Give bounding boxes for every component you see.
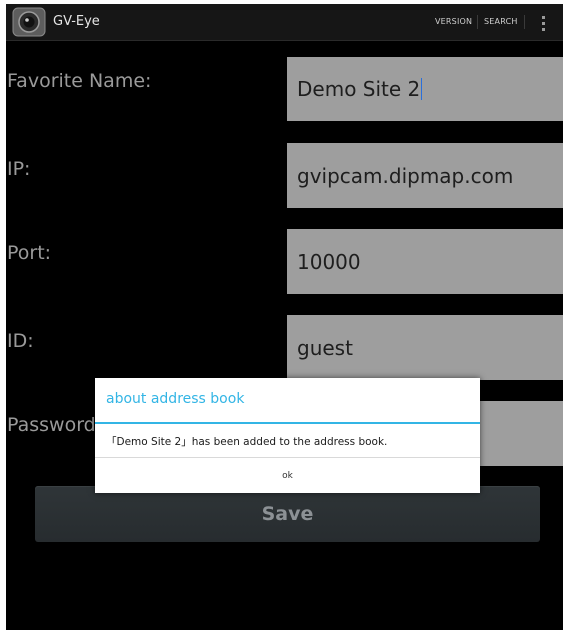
action-separator [524, 15, 525, 29]
favorite-name-field[interactable]: Demo Site 2 [287, 57, 563, 121]
text-cursor [421, 78, 423, 100]
app-screen: GV-Eye VERSION SEARCH Favorite Name: Dem… [6, 4, 563, 630]
id-value: guest [297, 335, 353, 360]
overflow-menu-icon[interactable] [542, 16, 546, 32]
dialog-message: 「Demo Site 2」has been added to the addre… [106, 436, 388, 448]
gv-eye-camera-icon[interactable] [12, 7, 46, 37]
dialog-title: about address book [106, 391, 245, 407]
search-button[interactable]: SEARCH [484, 4, 518, 40]
ip-label: IP: [7, 158, 31, 180]
ok-button[interactable]: ok [95, 458, 480, 493]
id-label: ID: [7, 330, 34, 352]
dialog-title-divider [95, 422, 480, 424]
favorite-name-value: Demo Site 2 [297, 77, 421, 101]
address-book-dialog: about address book 「Demo Site 2」has been… [95, 378, 480, 493]
action-bar: GV-Eye VERSION SEARCH [6, 4, 563, 41]
password-label: Password: [7, 414, 103, 436]
action-separator [477, 15, 478, 29]
ip-field[interactable]: gvipcam.dipmap.com [287, 143, 563, 208]
port-value: 10000 [297, 249, 361, 274]
app-title: GV-Eye [53, 14, 100, 29]
id-field[interactable]: guest [287, 315, 563, 380]
ip-value: gvipcam.dipmap.com [297, 163, 514, 188]
favorite-name-label: Favorite Name: [7, 70, 152, 92]
version-button[interactable]: VERSION [435, 4, 472, 40]
save-button[interactable]: Save [35, 486, 540, 542]
port-label: Port: [7, 242, 52, 264]
port-field[interactable]: 10000 [287, 229, 563, 294]
